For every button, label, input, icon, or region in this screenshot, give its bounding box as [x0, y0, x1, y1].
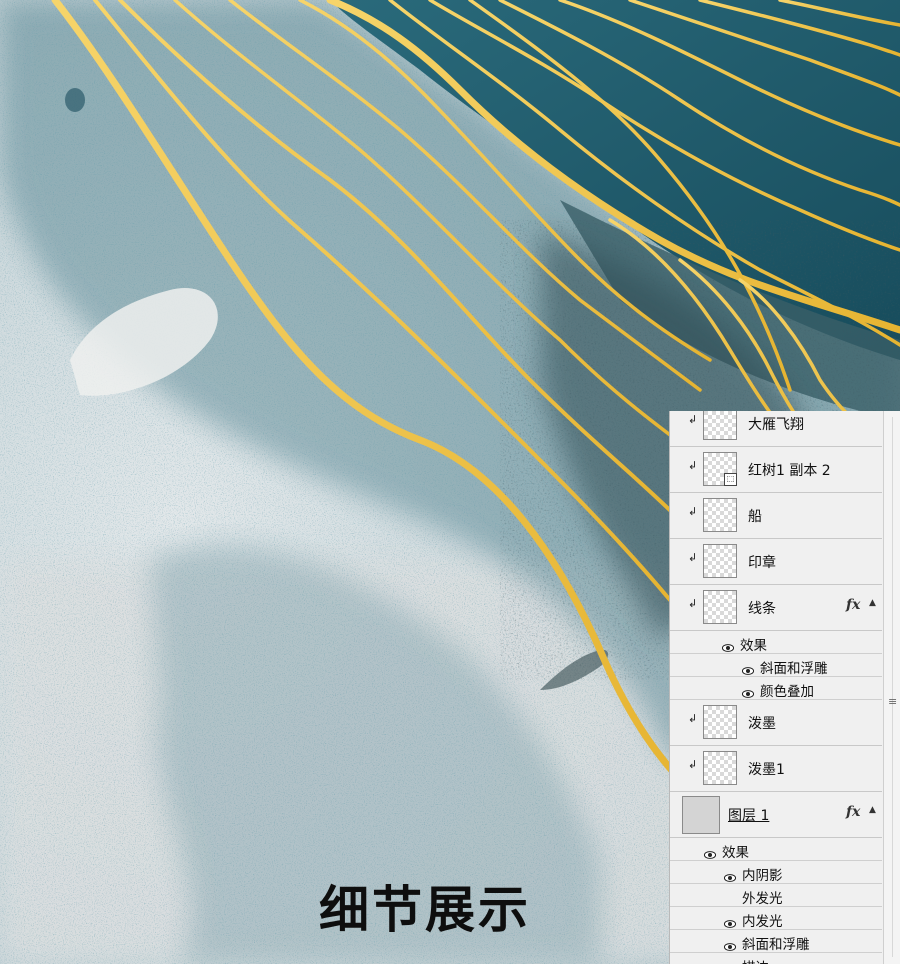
layer-list[interactable]: ↲ 大雁飞翔 ↲ ⬚ 红树1 副本 2 ↲ 船 ↲ 印章 ↲ 线条 fx ▲ 效果 斜面和浮雕 颜色叠加 ↲ 泼墨… — [670, 411, 882, 964]
layer-name[interactable]: 泼墨1 — [748, 759, 785, 779]
scrollbar[interactable]: ≡ — [883, 411, 900, 964]
clipping-mask-icon: ↲ — [688, 413, 698, 426]
layer-effects-fx-icon[interactable]: fx — [846, 804, 860, 820]
clipping-mask-icon: ↲ — [688, 712, 698, 725]
clipping-mask-icon: ↲ — [688, 459, 698, 472]
caption-detail-display: 细节展示 — [319, 881, 531, 939]
effects-group-label: 效果 — [722, 845, 749, 861]
layer-row[interactable]: ↲ 船 — [670, 493, 882, 539]
layer-thumbnail[interactable] — [703, 705, 737, 739]
layer-thumbnail[interactable] — [703, 498, 737, 532]
clipping-mask-icon: ↲ — [688, 505, 698, 518]
layer-row[interactable]: 图层 1 fx ▲ — [670, 792, 882, 838]
eye-icon[interactable] — [723, 913, 737, 928]
effect-row[interactable]: 内发光 — [670, 907, 882, 930]
layer-thumbnail[interactable] — [703, 590, 737, 624]
layers-panel[interactable]: ↲ 大雁飞翔 ↲ ⬚ 红树1 副本 2 ↲ 船 ↲ 印章 ↲ 线条 fx ▲ 效果 斜面和浮雕 颜色叠加 ↲ 泼墨… — [669, 411, 900, 964]
eye-icon[interactable] — [721, 637, 735, 652]
effect-label: 斜面和浮雕 — [742, 937, 810, 953]
layer-row[interactable]: ↲ 线条 fx ▲ — [670, 585, 882, 631]
layer-row[interactable]: ↲ 印章 — [670, 539, 882, 585]
effect-row[interactable]: 颜色叠加 — [670, 677, 882, 700]
smart-object-icon: ⬚ — [724, 473, 737, 486]
effect-label: 外发光 — [742, 891, 783, 907]
layer-name[interactable]: 泼墨 — [748, 713, 776, 733]
dark-dot — [65, 88, 85, 112]
layer-name[interactable]: 印章 — [748, 552, 776, 572]
layer-row[interactable]: ↲ ⬚ 红树1 副本 2 — [670, 447, 882, 493]
effects-group-row[interactable]: 效果 — [670, 631, 882, 654]
scroll-track — [892, 417, 893, 957]
layer-row[interactable]: ↲ 大雁飞翔 — [670, 411, 882, 447]
effects-group-row[interactable]: 效果 — [670, 838, 882, 861]
eye-icon[interactable] — [741, 683, 755, 698]
layer-effects-fx-icon[interactable]: fx — [846, 597, 860, 613]
layer-row[interactable]: ↲ 泼墨 — [670, 700, 882, 746]
layer-name[interactable]: 线条 — [748, 598, 776, 618]
layer-name[interactable]: 船 — [748, 506, 762, 526]
layer-thumbnail[interactable] — [703, 544, 737, 578]
eye-icon[interactable] — [723, 936, 737, 951]
effect-label: 内阴影 — [742, 868, 783, 884]
layer-name[interactable]: 大雁飞翔 — [748, 414, 804, 434]
effect-row[interactable]: 描边 — [670, 953, 882, 964]
effect-row[interactable]: 内阴影 — [670, 861, 882, 884]
clipping-mask-icon: ↲ — [688, 597, 698, 610]
eye-icon[interactable] — [741, 660, 755, 675]
eye-icon[interactable] — [723, 867, 737, 882]
collapse-effects-arrow-icon[interactable]: ▲ — [869, 598, 876, 608]
effects-group-label: 效果 — [740, 638, 767, 654]
layer-thumbnail[interactable] — [703, 751, 737, 785]
effect-row[interactable]: 外发光 — [670, 884, 882, 907]
eye-icon[interactable] — [703, 844, 717, 859]
layer-name[interactable]: 图层 1 — [728, 805, 769, 825]
resize-grip-icon[interactable]: ≡ — [888, 696, 897, 707]
effect-label: 内发光 — [742, 914, 783, 930]
effect-row[interactable]: 斜面和浮雕 — [670, 654, 882, 677]
effect-label: 斜面和浮雕 — [760, 661, 828, 677]
layer-row[interactable]: ↲ 泼墨1 — [670, 746, 882, 792]
clipping-mask-icon: ↲ — [688, 551, 698, 564]
layer-thumbnail[interactable] — [703, 411, 737, 440]
layer-name[interactable]: 红树1 副本 2 — [748, 460, 831, 480]
layer-thumbnail[interactable] — [682, 796, 720, 834]
effect-label: 描边 — [742, 956, 769, 964]
collapse-effects-arrow-icon[interactable]: ▲ — [869, 805, 876, 815]
clipping-mask-icon: ↲ — [688, 758, 698, 771]
effect-row[interactable]: 斜面和浮雕 — [670, 930, 882, 953]
eye-icon[interactable] — [724, 959, 736, 964]
layer-thumbnail[interactable]: ⬚ — [703, 452, 737, 486]
effect-label: 颜色叠加 — [760, 684, 814, 700]
